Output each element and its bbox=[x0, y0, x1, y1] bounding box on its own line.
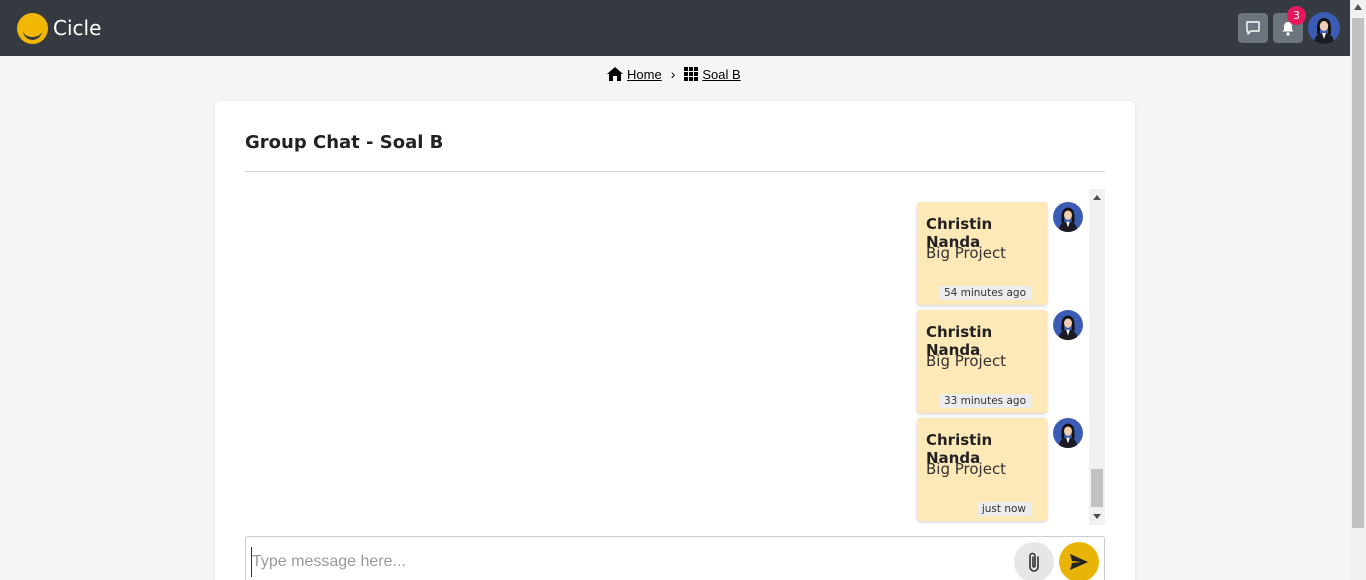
brand-name[interactable]: Cicle bbox=[53, 16, 101, 40]
message-bubble: Christin Nanda Big Project 33 minutes ag… bbox=[917, 310, 1047, 413]
breadcrumb: Home › Soal B bbox=[607, 66, 741, 82]
group-chat-card: Group Chat - Soal B Christin Nanda Big P… bbox=[215, 101, 1135, 580]
scroll-up-arrow-icon[interactable] bbox=[1354, 4, 1362, 10]
chat-bubble-icon bbox=[1246, 21, 1260, 35]
message-timestamp: 33 minutes ago bbox=[938, 394, 1031, 408]
message-text: Big Project bbox=[926, 460, 1007, 478]
page-title: Group Chat - Soal B bbox=[245, 132, 444, 153]
sender-avatar[interactable] bbox=[1053, 418, 1083, 448]
notification-badge: 3 bbox=[1287, 6, 1306, 25]
attach-file-button[interactable] bbox=[1014, 542, 1054, 580]
message-input[interactable] bbox=[251, 547, 1001, 577]
send-button[interactable] bbox=[1059, 542, 1099, 580]
sender-avatar[interactable] bbox=[1053, 202, 1083, 232]
message-composer bbox=[245, 536, 1105, 580]
message-text: Big Project bbox=[926, 352, 1007, 370]
message-timestamp: just now bbox=[976, 502, 1031, 516]
grid-icon bbox=[684, 67, 699, 81]
title-divider bbox=[245, 171, 1105, 172]
breadcrumb-home-link[interactable]: Home bbox=[627, 67, 662, 82]
page-scrollbar[interactable] bbox=[1350, 0, 1366, 580]
chat-messages-area[interactable]: Christin Nanda Big Project 54 minutes ag… bbox=[245, 189, 1105, 525]
top-navbar: Cicle 3 bbox=[0, 0, 1350, 56]
chat-button[interactable] bbox=[1238, 13, 1268, 43]
scroll-down-arrow-icon[interactable] bbox=[1093, 514, 1101, 519]
sender-avatar[interactable] bbox=[1053, 310, 1083, 340]
chat-scroll-thumb[interactable] bbox=[1091, 469, 1103, 507]
message-bubble: Christin Nanda Big Project 54 minutes ag… bbox=[917, 202, 1047, 305]
chat-scrollbar[interactable] bbox=[1089, 189, 1105, 525]
cicle-logo[interactable] bbox=[17, 13, 48, 44]
user-avatar[interactable] bbox=[1308, 12, 1340, 44]
scroll-up-arrow-icon[interactable] bbox=[1093, 195, 1101, 200]
breadcrumb-separator: › bbox=[670, 66, 676, 82]
home-icon bbox=[607, 67, 623, 81]
send-icon bbox=[1070, 554, 1088, 570]
page-scroll-thumb[interactable] bbox=[1352, 18, 1364, 528]
message-bubble: Christin Nanda Big Project just now bbox=[917, 418, 1047, 521]
breadcrumb-current-link[interactable]: Soal B bbox=[702, 67, 740, 82]
message-timestamp: 54 minutes ago bbox=[938, 286, 1031, 300]
message-text: Big Project bbox=[926, 244, 1007, 262]
paperclip-icon bbox=[1029, 552, 1039, 572]
